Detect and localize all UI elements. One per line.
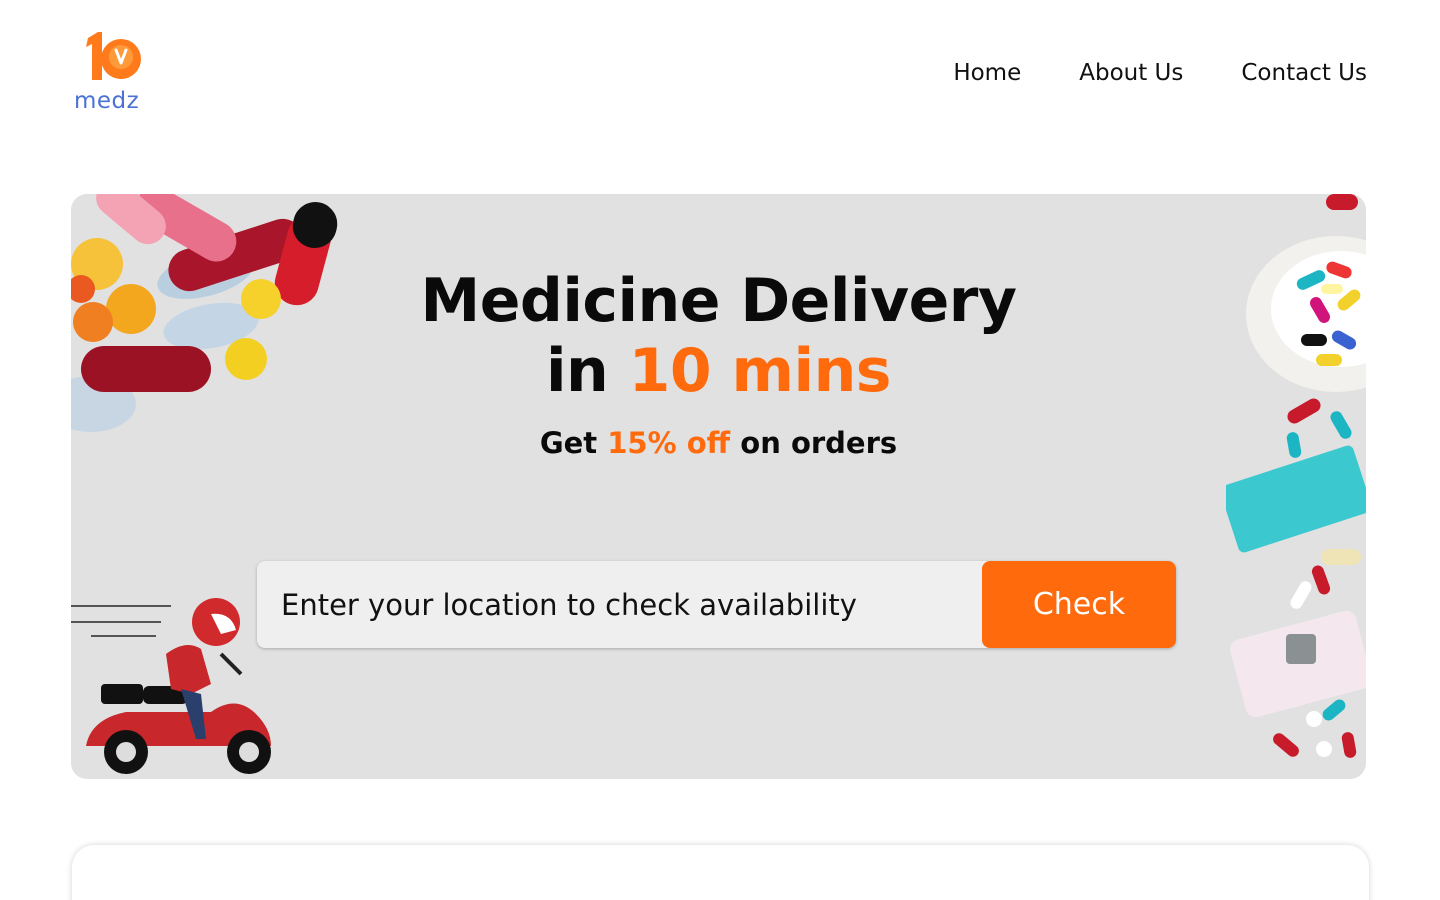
offer-suffix: on orders [730, 426, 898, 460]
brand-logo[interactable]: medz [72, 30, 148, 114]
main-nav: Home About Us Contact Us [953, 60, 1367, 86]
brand-name: medz [74, 88, 140, 114]
content-card [72, 845, 1369, 900]
hero-headline: Medicine Delivery in 10 mins [71, 266, 1366, 406]
offer-text: Get 15% off on orders [71, 426, 1366, 460]
page: medz Home About Us Contact Us Medicine D… [0, 0, 1440, 900]
logo-clock-icon [86, 32, 141, 80]
nav-about-link[interactable]: About Us [1079, 60, 1183, 86]
offer-highlight: 15% off [607, 426, 731, 460]
hero-banner: Medicine Delivery in 10 mins Get 15% off… [71, 194, 1366, 779]
headline-highlight: 10 mins [628, 336, 892, 406]
offer-prefix: Get [539, 426, 608, 460]
location-search-bar: Check [257, 561, 1176, 648]
location-input[interactable] [257, 561, 982, 648]
delivery-scooter-illustration [71, 598, 271, 774]
headline-line1: Medicine Delivery [420, 266, 1017, 336]
check-button[interactable]: Check [982, 561, 1176, 648]
headline-prefix: in [545, 336, 629, 406]
nav-home-link[interactable]: Home [953, 60, 1021, 86]
nav-contact-link[interactable]: Contact Us [1241, 60, 1367, 86]
